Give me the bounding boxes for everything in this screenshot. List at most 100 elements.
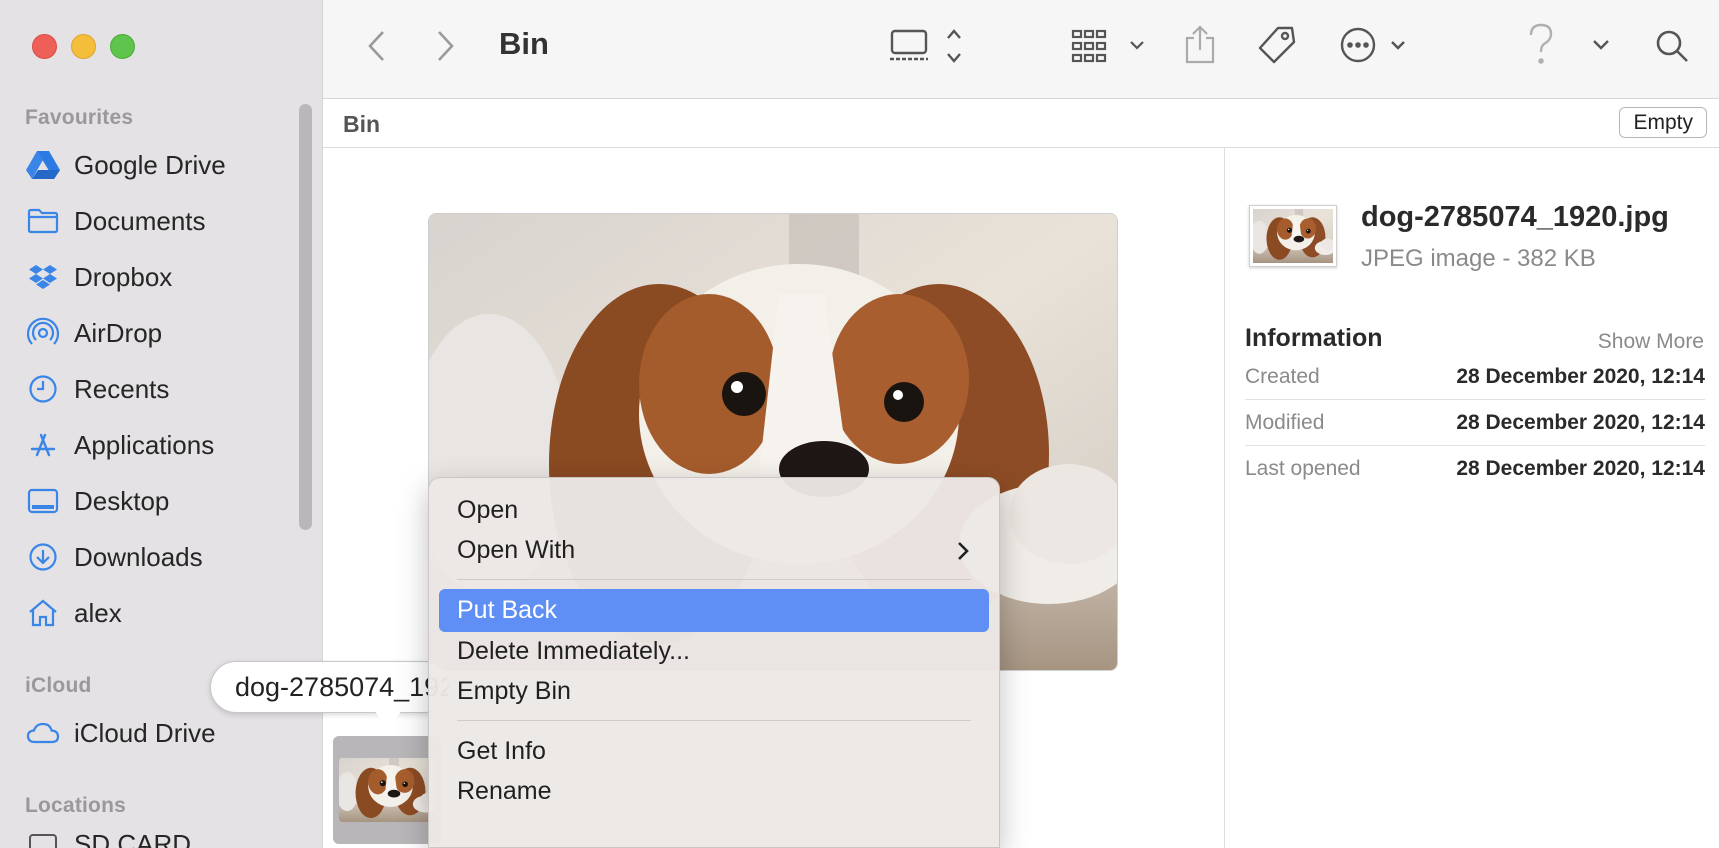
window-controls bbox=[32, 34, 135, 59]
sidebar-scrollbar[interactable] bbox=[299, 104, 312, 530]
sidebar-item-sd-card[interactable]: SD CARD bbox=[25, 833, 191, 848]
folder-icon bbox=[25, 203, 61, 239]
sidebar-item-dropbox[interactable]: Dropbox bbox=[25, 257, 172, 297]
search-icon bbox=[1656, 30, 1688, 62]
information-heading: Information bbox=[1245, 324, 1383, 352]
context-menu: Open Open With Put Back Delete Immediate… bbox=[428, 477, 1000, 848]
group-button[interactable] bbox=[1071, 26, 1153, 66]
sidebar-section-locations: Locations bbox=[25, 794, 126, 817]
google-drive-icon bbox=[25, 147, 61, 183]
menu-separator bbox=[457, 720, 971, 721]
chevron-left-icon bbox=[368, 31, 384, 61]
menu-item-open-with[interactable]: Open With bbox=[439, 529, 989, 572]
share-icon bbox=[1185, 25, 1215, 64]
tag-icon bbox=[1258, 26, 1296, 64]
sidebar-item-label: Google Drive bbox=[74, 149, 226, 180]
sidebar-item-documents[interactable]: Documents bbox=[25, 201, 206, 241]
menu-item-label: Get Info bbox=[457, 737, 546, 765]
dropbox-icon bbox=[25, 259, 61, 295]
thumbnail-image bbox=[339, 758, 435, 822]
window-title: Bin bbox=[499, 26, 549, 61]
show-more-link[interactable]: Show More bbox=[1598, 330, 1704, 354]
sidebar-item-label: alex bbox=[74, 597, 122, 628]
file-kind: JPEG image - 382 KB bbox=[1361, 245, 1596, 272]
sidebar-item-recents[interactable]: Recents bbox=[25, 369, 169, 409]
menu-item-empty-bin[interactable]: Empty Bin bbox=[439, 670, 989, 713]
sidebar-item-downloads[interactable]: Downloads bbox=[25, 537, 203, 577]
sidebar-item-label: iCloud Drive bbox=[74, 717, 216, 748]
sidebar-item-label: AirDrop bbox=[74, 317, 163, 348]
help-button[interactable] bbox=[1525, 22, 1557, 68]
sidebar-item-desktop[interactable]: Desktop bbox=[25, 481, 169, 521]
tooltip-tail bbox=[374, 710, 402, 730]
back-button[interactable] bbox=[361, 28, 391, 64]
menu-item-label: Open With bbox=[457, 536, 576, 564]
menu-item-label: Delete Immediately... bbox=[457, 637, 690, 665]
view-mode-button[interactable] bbox=[886, 26, 966, 66]
chevron-right-icon bbox=[958, 542, 969, 560]
applications-icon bbox=[25, 427, 61, 463]
menu-separator bbox=[457, 579, 971, 580]
sidebar-item-alex[interactable]: alex bbox=[25, 593, 122, 633]
menu-item-label: Rename bbox=[457, 777, 552, 805]
sidebar-item-applications[interactable]: Applications bbox=[25, 425, 214, 465]
close-window-button[interactable] bbox=[32, 34, 57, 59]
empty-bin-button[interactable]: Empty bbox=[1619, 107, 1707, 138]
inspector-thumbnail bbox=[1249, 205, 1337, 267]
action-button[interactable] bbox=[1339, 24, 1419, 66]
menu-item-delete-immediately[interactable]: Delete Immediately... bbox=[439, 630, 989, 673]
sidebar-item-label: Documents bbox=[74, 205, 206, 236]
menu-item-label: Put Back bbox=[457, 596, 558, 624]
menu-item-label: Open bbox=[457, 496, 519, 524]
forward-button[interactable] bbox=[431, 28, 461, 64]
breadcrumb: Bin bbox=[343, 111, 381, 137]
share-button[interactable] bbox=[1183, 24, 1217, 66]
info-row-modified: Modified 28 December 2020, 12:14 bbox=[1245, 400, 1705, 446]
info-value: 28 December 2020, 12:14 bbox=[1456, 364, 1705, 388]
download-icon bbox=[25, 539, 61, 575]
sidebar-item-label: Dropbox bbox=[74, 261, 173, 292]
grid-icon bbox=[1071, 29, 1144, 63]
zoom-window-button[interactable] bbox=[110, 34, 135, 59]
cloud-icon bbox=[25, 715, 61, 751]
minimize-window-button[interactable] bbox=[71, 34, 96, 59]
clock-icon bbox=[25, 371, 61, 407]
search-button[interactable] bbox=[1653, 26, 1691, 66]
info-key: Last opened bbox=[1245, 457, 1361, 480]
sidebar-item-icloud-drive[interactable]: iCloud Drive bbox=[25, 713, 216, 753]
chevron-right-icon bbox=[438, 31, 454, 61]
menu-item-get-info[interactable]: Get Info bbox=[439, 730, 989, 773]
sidebar-item-google-drive[interactable]: Google Drive bbox=[25, 145, 226, 185]
sidebar-item-label: Applications bbox=[74, 429, 215, 460]
file-name: dog-2785074_1920.jpg bbox=[1361, 201, 1669, 233]
info-key: Created bbox=[1245, 364, 1320, 388]
sidebar-item-label: SD CARD bbox=[74, 833, 192, 848]
menu-item-label: Empty Bin bbox=[457, 677, 571, 705]
info-value: 28 December 2020, 12:14 bbox=[1456, 457, 1705, 480]
toolbar-overflow-button[interactable] bbox=[1589, 30, 1613, 60]
home-icon bbox=[25, 595, 61, 631]
gallery-view-icon bbox=[890, 29, 961, 63]
info-value: 28 December 2020, 12:14 bbox=[1456, 410, 1705, 434]
tags-button[interactable] bbox=[1256, 24, 1298, 66]
menu-item-rename[interactable]: Rename bbox=[439, 770, 989, 813]
chevron-down-icon bbox=[1593, 40, 1609, 50]
preview-inspector: dog-2785074_1920.jpg JPEG image - 382 KB… bbox=[1225, 148, 1719, 848]
selected-thumbnail[interactable] bbox=[333, 736, 441, 844]
desktop-icon bbox=[25, 483, 61, 519]
sidebar-item-label: Recents bbox=[74, 373, 170, 404]
drive-icon bbox=[25, 833, 61, 848]
sidebar-item-label: Downloads bbox=[74, 541, 203, 572]
more-icon bbox=[1340, 27, 1405, 63]
menu-item-open[interactable]: Open bbox=[439, 489, 989, 532]
sidebar-item-airdrop[interactable]: AirDrop bbox=[25, 313, 162, 353]
filename-tooltip: dog-2785074_1920.jpg bbox=[210, 661, 450, 713]
toolbar: Bin bbox=[323, 0, 1719, 99]
info-row-last-opened: Last opened 28 December 2020, 12:14 bbox=[1245, 446, 1705, 492]
menu-item-put-back[interactable]: Put Back bbox=[439, 589, 989, 632]
info-key: Modified bbox=[1245, 410, 1325, 434]
sidebar-item-label: Desktop bbox=[74, 485, 170, 516]
path-bar: Bin Empty bbox=[323, 99, 1719, 148]
sidebar-section-favourites: Favourites bbox=[25, 106, 134, 129]
airdrop-icon bbox=[25, 315, 61, 351]
